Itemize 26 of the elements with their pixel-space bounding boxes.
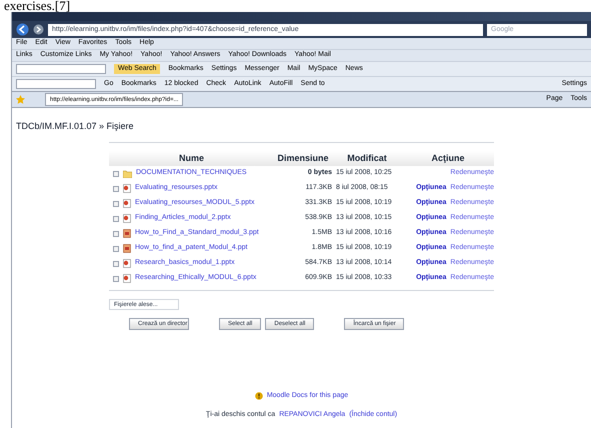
checkbox[interactable] — [113, 216, 119, 222]
checkbox[interactable] — [113, 260, 119, 266]
star-icon[interactable] — [16, 95, 25, 104]
column-header: Nume — [178, 152, 205, 164]
breadcrumb: TDCb/IM.MF.I.01.07 » Fişiere — [16, 120, 135, 133]
presentation-icon — [123, 199, 131, 208]
presentation-icon — [123, 214, 131, 223]
column-header: Modificat — [346, 152, 388, 164]
presentation-icon — [123, 274, 131, 283]
checkbox[interactable] — [113, 186, 119, 192]
checkbox[interactable] — [113, 230, 119, 236]
column-header: Dimensiune — [276, 152, 330, 164]
checkbox[interactable] — [113, 170, 119, 176]
checkbox[interactable] — [113, 246, 119, 252]
document-text: exercises.[7] — [3, 0, 72, 12]
presentation-icon — [123, 259, 131, 268]
checkbox[interactable] — [113, 276, 119, 282]
forward-button-icon[interactable] — [33, 24, 44, 35]
toolbar-search-field[interactable] — [16, 64, 106, 74]
info-icon — [254, 392, 263, 400]
folder-icon — [123, 170, 132, 178]
toolbar-search-field[interactable] — [16, 79, 96, 89]
checkbox[interactable] — [113, 200, 119, 206]
back-button-icon[interactable] — [16, 23, 29, 36]
column-header: Acţiune — [430, 152, 466, 165]
presentation-icon — [123, 184, 131, 193]
